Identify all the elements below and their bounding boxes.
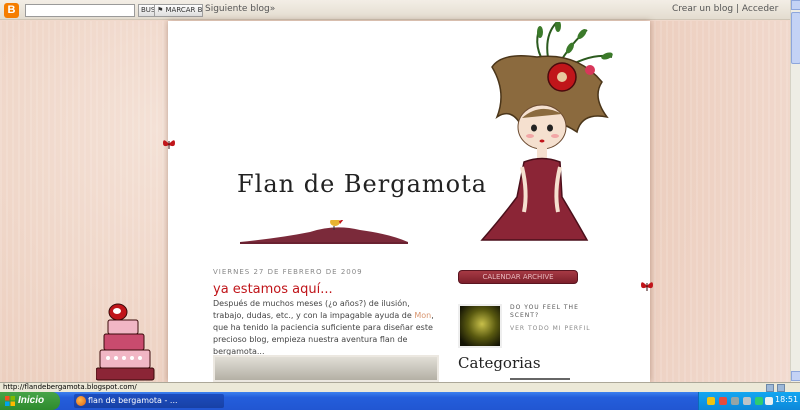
nav-separator: | — [735, 4, 740, 14]
antivirus-icon[interactable] — [719, 397, 727, 405]
blogger-navbar: B BUSCAR BLOG ⚑ MARCAR BLOG Siguiente bl… — [0, 0, 790, 20]
post-body: Después de muchos meses (¿o años?) de il… — [213, 298, 441, 358]
blogger-logo-icon[interactable]: B — [4, 3, 19, 18]
cake-illustration-icon — [96, 303, 155, 381]
profile-name: DO YOU FEEL THE SCENT? — [510, 304, 579, 319]
view-profile-link[interactable]: VER TODO MI PERFIL — [510, 325, 591, 332]
start-button[interactable]: Inicio — [0, 392, 60, 410]
tray-app-icon[interactable] — [765, 397, 773, 405]
profile-photo[interactable] — [458, 304, 502, 348]
login-link[interactable]: Acceder — [742, 4, 778, 14]
butterfly-icon — [163, 140, 175, 149]
post-body-text: Después de muchos meses (¿o años?) de il… — [213, 299, 415, 320]
start-label: Inicio — [18, 395, 45, 406]
create-blog-link[interactable]: Crear un blog — [672, 4, 733, 14]
categories-heading: Categorias — [458, 354, 541, 372]
browser-status-bar: http://flandebergamota.blogspot.com/ — [0, 382, 800, 392]
popup-blocker-icon[interactable] — [777, 384, 785, 392]
network-icon[interactable] — [731, 397, 739, 405]
firefox-icon — [76, 396, 86, 406]
taskbar-window-firefox[interactable]: flan de bergamota - ... — [74, 394, 224, 408]
scroll-up-button[interactable] — [791, 0, 800, 10]
post-date: VIERNES 27 DE FEBRERO DE 2009 — [213, 268, 363, 276]
security-shield-icon[interactable] — [707, 397, 715, 405]
scroll-down-button[interactable] — [791, 371, 800, 381]
navbar-right-links: Crear un blog | Acceder — [672, 4, 778, 14]
status-url: http://flandebergamota.blogspot.com/ — [3, 383, 137, 391]
sidebar-banner-label: CALENDAR ARCHIVE — [482, 273, 554, 281]
windows-taskbar: Inicio flan de bergamota - ... 18:51 — [0, 392, 800, 410]
sidebar-banner[interactable]: CALENDAR ARCHIVE — [458, 270, 578, 284]
post-title[interactable]: ya estamos aquí... — [213, 282, 333, 297]
scroll-thumb[interactable] — [791, 12, 800, 64]
vertical-scrollbar[interactable] — [790, 0, 800, 382]
hill-illustration-icon — [240, 220, 408, 244]
taskbar-clock: 18:51 — [775, 395, 799, 404]
flag-blog-button[interactable]: ⚑ MARCAR BLOG — [154, 4, 203, 17]
volume-icon[interactable] — [743, 397, 751, 405]
update-icon[interactable] — [755, 397, 763, 405]
butterfly-icon — [641, 282, 653, 291]
girl-illustration-icon — [480, 22, 613, 241]
post-body-link[interactable]: Mon — [414, 311, 431, 320]
categories-divider — [510, 374, 570, 380]
zoom-icon[interactable] — [766, 384, 774, 392]
blog-header-title[interactable]: Flan de Bergamota — [237, 170, 487, 198]
next-blog-link[interactable]: Siguiente blog» — [205, 4, 275, 14]
taskbar-window-label: flan de bergamota - ... — [88, 396, 178, 405]
blog-search-input[interactable] — [25, 4, 135, 17]
windows-logo-icon — [5, 396, 15, 406]
post-image — [213, 355, 439, 382]
